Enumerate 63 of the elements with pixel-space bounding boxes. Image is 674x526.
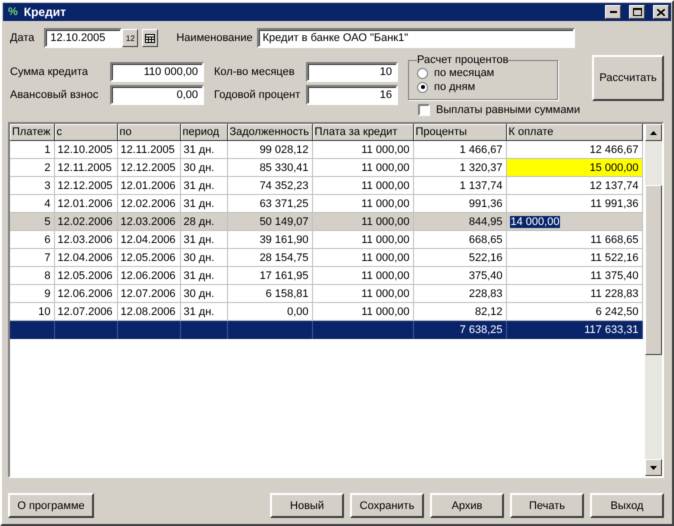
action-button[interactable]: Печать — [510, 493, 584, 518]
column-header[interactable]: Плата за кредит — [312, 124, 413, 140]
name-field[interactable]: Кредит в банке ОАО "Банк1" — [256, 28, 575, 48]
date-field[interactable]: 12.10.2005 — [44, 28, 122, 48]
column-header[interactable]: с — [54, 124, 117, 140]
group-title: Расчет процентов — [417, 54, 508, 66]
table-row[interactable]: 4 12.01.2006 12.02.2006 31 дн. 63 371,25 11 000,00 991,36 11 991,36 — [10, 194, 642, 212]
action-button[interactable]: Новый — [270, 493, 344, 518]
months-field[interactable]: 10 — [306, 62, 398, 82]
months-label: Кол-во месяцев — [214, 66, 296, 78]
table-row[interactable]: 3 12.12.2005 12.01.2006 31 дн. 74 352,23 11 000,00 1 137,74 12 137,74 — [10, 176, 642, 194]
table-row[interactable]: 8 12.05.2006 12.06.2006 31 дн. 17 161,95 11 000,00 375,40 11 375,40 — [10, 266, 642, 284]
name-label: Наименование — [176, 32, 253, 44]
radio-button[interactable] — [417, 82, 428, 92]
table-row[interactable]: 7 12.04.2006 12.05.2006 30 дн. 28 154,75 11 000,00 522,16 11 522,16 — [10, 248, 642, 266]
table-row[interactable]: 1 12.10.2005 12.11.2005 31 дн. 99 028,12 11 000,00 1 466,67 12 466,67 — [10, 140, 642, 158]
maximize-button[interactable] — [629, 5, 645, 19]
calendar-icon — [145, 34, 156, 42]
window-title: Кредит — [24, 5, 67, 19]
table-row[interactable]: 2 12.11.2005 12.12.2005 30 дн. 85 330,41 11 000,00 1 320,37 15 000,00 — [10, 158, 642, 176]
column-header[interactable]: Платеж — [10, 124, 54, 140]
column-header[interactable]: период — [180, 124, 227, 140]
table-row[interactable]: 5 12.02.2006 12.03.2006 28 дн. 50 149,07 11 000,00 844,95 14 000,00 — [10, 212, 642, 230]
scroll-down-icon — [650, 466, 657, 470]
total-payment: 117 633,31 — [506, 320, 642, 339]
column-header[interactable]: Задолженность — [227, 124, 312, 140]
about-button[interactable]: О программе — [8, 493, 94, 518]
column-header[interactable]: Проценты — [413, 124, 506, 140]
table-cell: 15 000,00 — [506, 158, 642, 176]
payment-input[interactable]: 14 000,00 — [510, 216, 560, 228]
amount-label: Сумма кредита — [10, 66, 90, 78]
minimize-icon — [610, 11, 616, 13]
close-button[interactable] — [653, 5, 669, 19]
table-row[interactable]: 10 12.07.2006 12.08.2006 31 дн. 0,00 11 000,00 82,12 6 242,50 — [10, 302, 642, 320]
rate-field[interactable]: 16 — [306, 85, 398, 105]
column-header[interactable]: по — [117, 124, 180, 140]
rate-label: Годовой процент — [214, 89, 302, 101]
calculate-button[interactable]: Рассчитать — [592, 55, 664, 101]
window-icon: % — [8, 6, 18, 18]
scrollbar[interactable] — [645, 124, 662, 476]
checkbox[interactable] — [418, 104, 430, 116]
scroll-thumb[interactable] — [645, 185, 662, 355]
radio-label: по месяцам — [434, 66, 494, 80]
column-header[interactable]: К оплате — [506, 124, 642, 140]
calendar-day-button[interactable]: 12 — [122, 29, 138, 47]
advance-field[interactable]: 0,00 — [110, 85, 204, 105]
table-row[interactable]: 9 12.06.2006 12.07.2006 30 дн. 6 158,81 11 000,00 228,83 11 228,83 — [10, 284, 642, 302]
amount-field[interactable]: 110 000,00 — [110, 62, 204, 82]
close-icon — [657, 8, 665, 16]
radio-button[interactable] — [417, 68, 428, 78]
action-button[interactable]: Архив — [430, 493, 504, 518]
action-button[interactable]: Сохранить — [350, 493, 424, 518]
scroll-up-icon — [650, 130, 657, 134]
table-row[interactable]: 6 12.03.2006 12.04.2006 31 дн. 39 161,90 11 000,00 668,65 11 668,65 — [10, 230, 642, 248]
radio-label: по дням — [434, 80, 476, 94]
total-interest: 7 638,25 — [413, 320, 506, 339]
date-label: Дата — [10, 32, 34, 44]
minimize-button[interactable] — [605, 5, 621, 19]
maximize-icon — [632, 8, 642, 16]
advance-label: Авансовый взнос — [10, 89, 100, 101]
checkbox-label: Выплаты равными суммами — [436, 104, 580, 116]
action-button[interactable]: Выход — [590, 493, 664, 518]
calendar-button[interactable] — [142, 29, 158, 47]
